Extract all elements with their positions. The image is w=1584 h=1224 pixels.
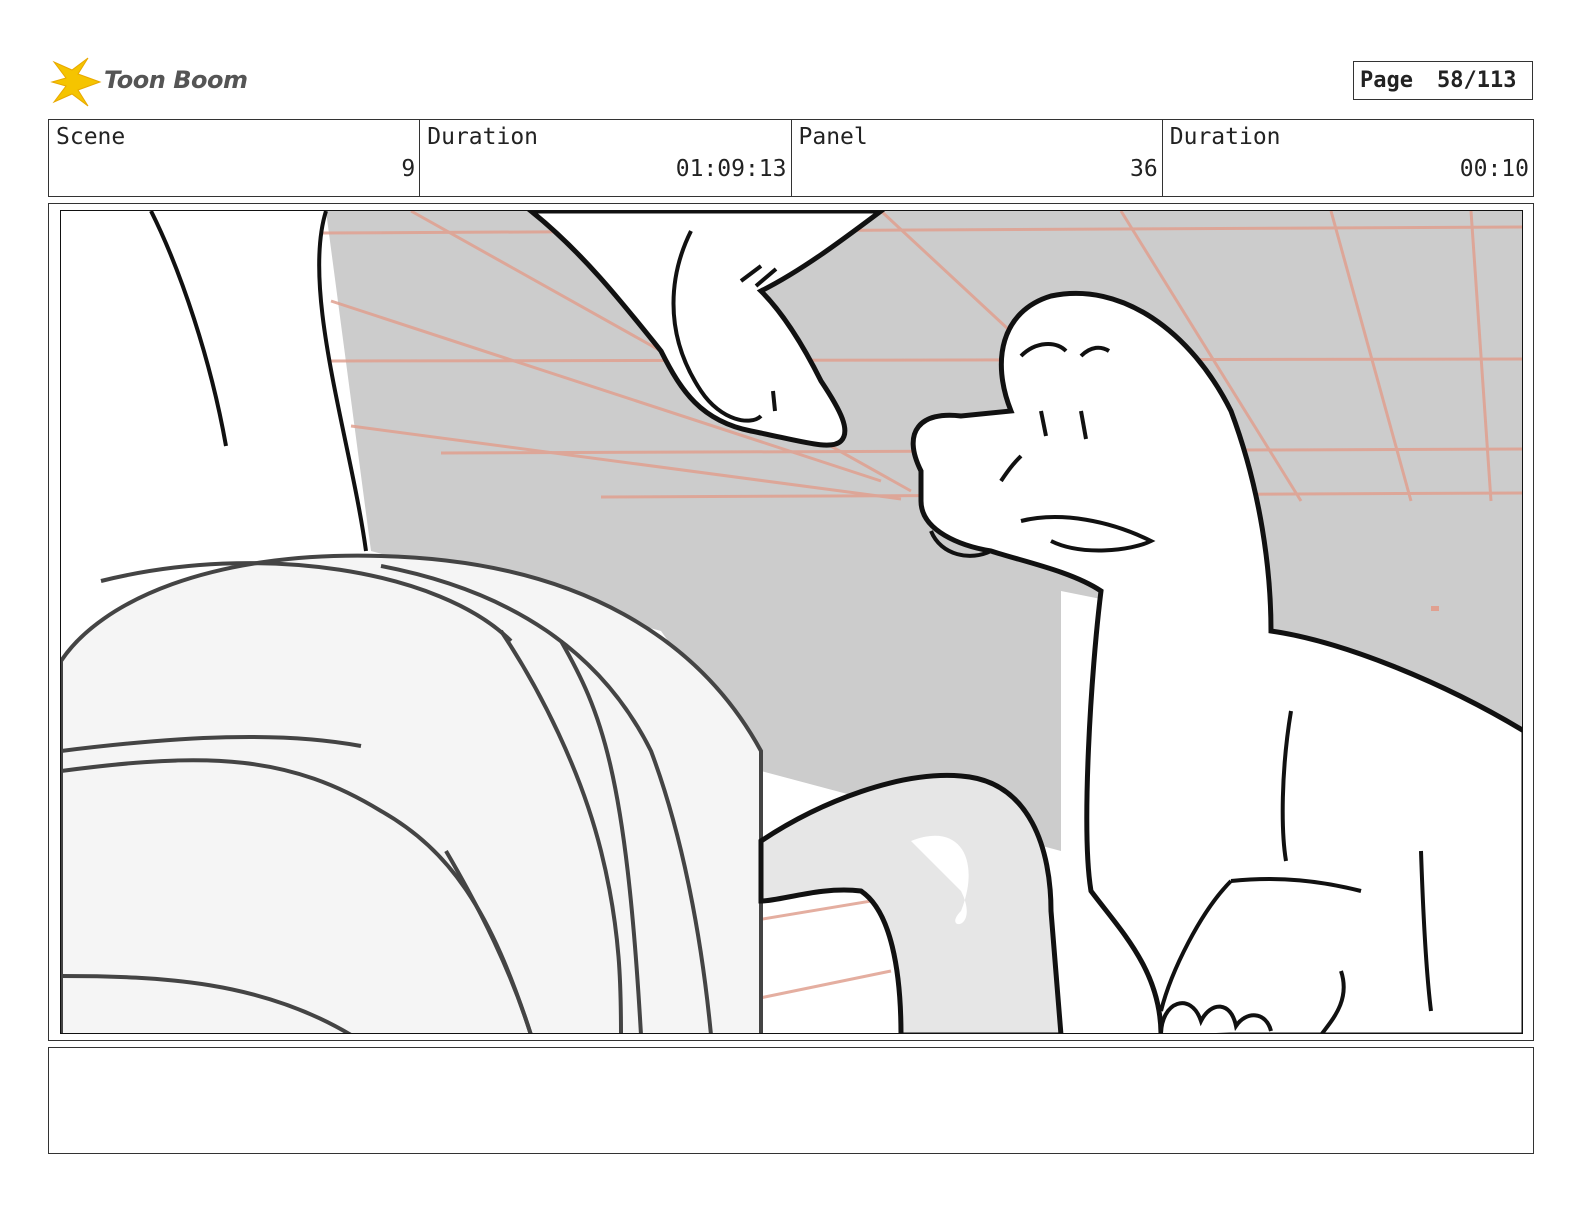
page-label: Page [1360,68,1413,93]
panel-label: Panel [798,124,868,150]
panel-sketch [61,211,1522,1033]
storyboard-panel-frame [48,203,1534,1041]
middle-dino-neck [758,772,1064,1033]
storyboard-panel [60,210,1523,1034]
panel-number: 36 [1130,156,1158,182]
panel-duration-cell: Duration 00:10 [1163,120,1533,196]
page-number: 58/113 [1436,68,1517,93]
page-indicator: Page 58/113 [1353,61,1533,100]
scene-cell: Scene 9 [49,120,421,196]
panel-notes-box [48,1047,1534,1154]
scene-label: Scene [56,124,126,150]
panel-cell: Panel 36 [792,120,1163,196]
panel-duration-value: 00:10 [1459,156,1529,182]
toon-boom-logo: Toon Boom [50,54,250,110]
logo-text: Toon Boom [104,66,248,94]
panel-duration-label: Duration [1169,124,1281,150]
scene-number: 9 [401,156,416,182]
scene-info-bar: Scene 9 Duration 01:09:13 Panel 36 Durat… [48,119,1534,197]
starburst-icon [50,57,102,107]
scene-duration-cell: Duration 01:09:13 [420,120,792,196]
scene-duration-value: 01:09:13 [675,156,787,182]
scene-duration-label: Duration [427,124,539,150]
